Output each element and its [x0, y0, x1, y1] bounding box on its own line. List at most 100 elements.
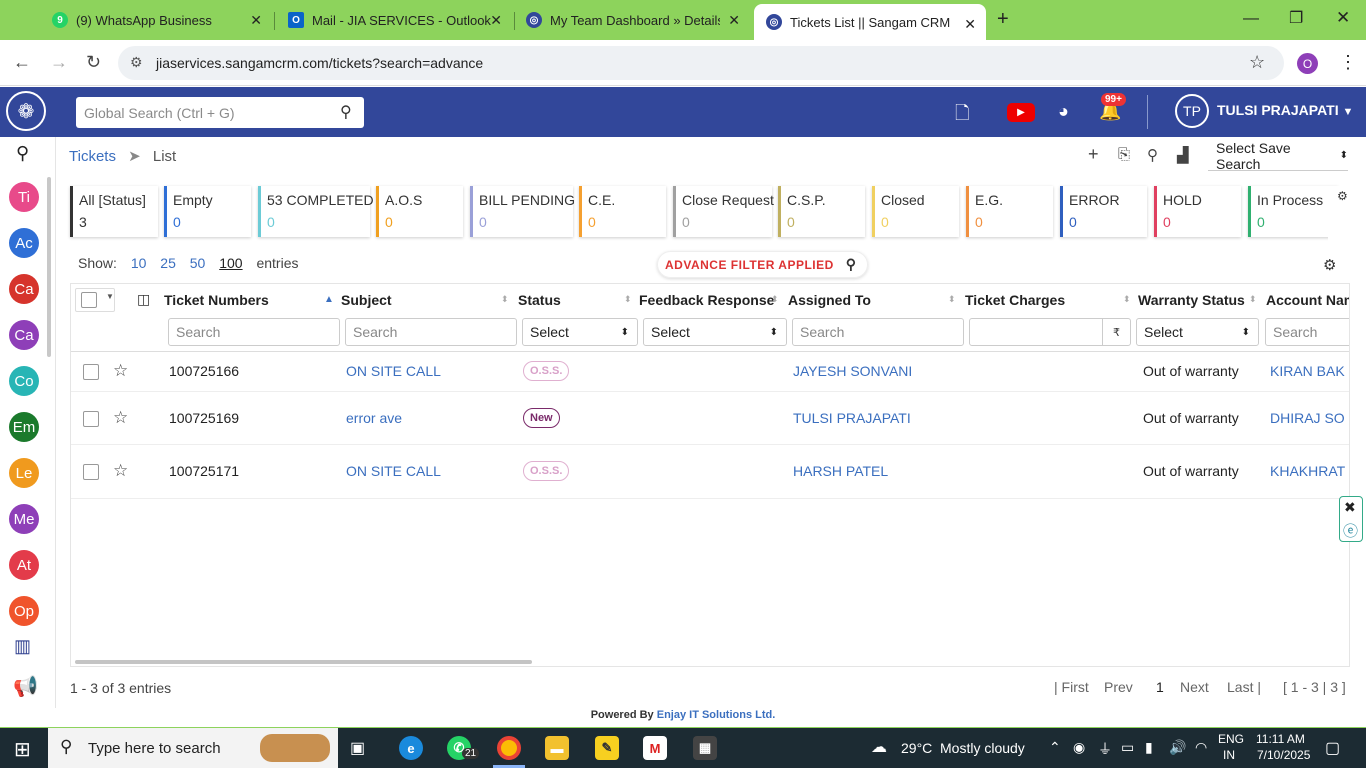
- restore-icon[interactable]: ❐: [1289, 8, 1303, 28]
- select-save-search-dropdown[interactable]: Select Save Search ⬍: [1208, 140, 1348, 172]
- pager-last[interactable]: Last |: [1227, 679, 1261, 695]
- assigned-to-filter[interactable]: Search: [792, 318, 964, 346]
- sidebar-module-0[interactable]: Ti: [9, 182, 39, 212]
- status-filter-select[interactable]: Select ⬍: [522, 318, 638, 346]
- sort-icon[interactable]: ⬍: [948, 294, 956, 305]
- breadcrumb-tickets[interactable]: Tickets: [69, 148, 116, 165]
- enjay-icon[interactable]: ⓔ: [1343, 520, 1358, 541]
- sidebar-module-4[interactable]: Co: [9, 366, 39, 396]
- column-feedback-response[interactable]: Feedback Response: [639, 292, 774, 308]
- browser-menu-icon[interactable]: ⋮: [1339, 52, 1357, 73]
- select-all-checkbox[interactable]: [81, 292, 97, 308]
- profile-avatar[interactable]: O: [1297, 53, 1318, 74]
- powered-company-link[interactable]: Enjay IT Solutions Ltd.: [657, 709, 776, 721]
- close-window-icon[interactable]: ✕: [1336, 8, 1350, 28]
- edge-icon[interactable]: e: [399, 736, 423, 760]
- table-row[interactable]: ☆ 100725166 ON SITE CALL O.S.S. JAYESH SONVA…: [71, 352, 1349, 392]
- status-card[interactable]: E.G. 0: [966, 186, 1053, 237]
- chat-widget[interactable]: ✖ ⓔ: [1339, 496, 1363, 542]
- pager-next[interactable]: Next: [1180, 679, 1209, 695]
- task-view-icon[interactable]: ▣: [350, 738, 365, 758]
- show-option-10[interactable]: 10: [131, 255, 147, 271]
- warranty-filter-select[interactable]: Select ⬍: [1136, 318, 1259, 346]
- star-icon[interactable]: ☆: [113, 461, 128, 481]
- assigned-to-link[interactable]: HARSH PATEL: [793, 463, 888, 479]
- column-toggle-icon[interactable]: ◫: [137, 291, 150, 308]
- url-field[interactable]: ⚙ jiaservices.sangamcrm.com/tickets?sear…: [118, 46, 1284, 80]
- card-settings-icon[interactable]: ⚙: [1337, 189, 1348, 203]
- show-option-25[interactable]: 25: [160, 255, 176, 271]
- sticky-notes-icon[interactable]: ✎: [595, 736, 619, 760]
- sidebar-module-9[interactable]: Op: [9, 596, 39, 626]
- region-label[interactable]: IN: [1223, 748, 1235, 762]
- tab-outlook[interactable]: O Mail - JIA SERVICES - Outlook ✕: [276, 0, 512, 40]
- column-subject[interactable]: Subject: [341, 292, 392, 308]
- gear-icon[interactable]: ⚙: [1323, 256, 1336, 274]
- sort-icon[interactable]: ⬍: [1123, 294, 1131, 305]
- pager-prev[interactable]: Prev: [1104, 679, 1133, 695]
- column-warranty-status[interactable]: Warranty Status: [1138, 292, 1245, 308]
- reload-icon[interactable]: ↻: [86, 52, 101, 73]
- sort-icon[interactable]: ⬍: [771, 294, 779, 305]
- close-tab-icon[interactable]: ✕: [250, 12, 262, 29]
- sidebar-module-5[interactable]: Em: [9, 412, 39, 442]
- minimize-icon[interactable]: —: [1243, 10, 1259, 28]
- status-card[interactable]: Empty 0: [164, 186, 251, 237]
- report-chart-icon[interactable]: ▟: [1177, 146, 1189, 164]
- clock-date[interactable]: 7/10/2025: [1257, 748, 1310, 762]
- column-account-name[interactable]: Account Nam: [1266, 292, 1349, 308]
- lang-label[interactable]: ENG: [1218, 732, 1244, 746]
- column-ticket-numbers[interactable]: Ticket Numbers: [164, 292, 269, 308]
- status-card[interactable]: In Process 0: [1248, 186, 1338, 237]
- sort-icon[interactable]: ⬍: [1249, 294, 1257, 305]
- column-assigned-to[interactable]: Assigned To: [788, 292, 871, 308]
- column-status[interactable]: Status: [518, 292, 561, 308]
- search-icon[interactable]: ⚲: [340, 102, 352, 122]
- pager-page[interactable]: 1: [1156, 679, 1164, 695]
- close-tab-icon[interactable]: ✕: [728, 12, 740, 29]
- battery-icon[interactable]: ▮: [1145, 739, 1153, 756]
- calculator-icon[interactable]: ▦: [693, 736, 717, 760]
- user-name[interactable]: TULSI PRAJAPATI ▼: [1217, 102, 1353, 118]
- status-card[interactable]: C.S.P. 0: [778, 186, 865, 237]
- youtube-icon[interactable]: ▶: [1007, 103, 1035, 122]
- row-checkbox[interactable]: [83, 410, 99, 427]
- clock-time[interactable]: 11:11 AM: [1256, 732, 1305, 746]
- sidebar-module-6[interactable]: Le: [9, 458, 39, 488]
- feedback-filter-select[interactable]: Select ⬍: [643, 318, 787, 346]
- notification-center-icon[interactable]: ▢: [1325, 738, 1340, 758]
- table-row[interactable]: ☆ 100725171 ON SITE CALL O.S.S. HARSH PATEL O…: [71, 445, 1349, 499]
- star-icon[interactable]: ☆: [113, 408, 128, 428]
- chrome-icon[interactable]: [497, 736, 521, 760]
- globe-icon[interactable]: ◕: [1058, 101, 1069, 122]
- sort-icon[interactable]: ⬍: [624, 294, 632, 305]
- row-checkbox[interactable]: [83, 464, 99, 480]
- show-option-100[interactable]: 100: [219, 255, 242, 271]
- tab-team-dashboard[interactable]: ◎ My Team Dashboard » Details || ✕: [514, 0, 750, 40]
- chevron-up-icon[interactable]: ⌃: [1049, 739, 1061, 756]
- status-card[interactable]: Close Request 0: [673, 186, 774, 237]
- chrome-tray-icon[interactable]: ◉: [1073, 739, 1085, 756]
- new-tab-icon[interactable]: +: [997, 8, 1009, 31]
- column-ticket-charges[interactable]: Ticket Charges: [965, 292, 1065, 308]
- table-row[interactable]: ☆ 100725169 error ave New TULSI PRAJAPATI Out…: [71, 392, 1349, 445]
- assigned-to-link[interactable]: TULSI PRAJAPATI: [793, 410, 911, 426]
- document-search-icon[interactable]: 🗋: [955, 101, 969, 131]
- ticket-number-filter[interactable]: Search: [168, 318, 340, 346]
- sidebar-scrollbar[interactable]: [47, 177, 51, 357]
- horizontal-scrollbar[interactable]: [75, 660, 532, 664]
- status-card[interactable]: HOLD 0: [1154, 186, 1241, 237]
- sidebar-module-2[interactable]: Ca: [9, 274, 39, 304]
- usb-icon[interactable]: ⏚: [1098, 739, 1112, 759]
- bookmark-star-icon[interactable]: ☆: [1249, 52, 1265, 73]
- status-card[interactable]: A.O.S 0: [376, 186, 463, 237]
- site-info-icon[interactable]: ⚙: [130, 54, 143, 71]
- account-link[interactable]: KHAKHRAT: [1270, 463, 1345, 479]
- account-filter[interactable]: Search: [1265, 318, 1349, 346]
- global-search-input[interactable]: [84, 104, 334, 121]
- status-card[interactable]: ERROR 0: [1060, 186, 1147, 237]
- account-link[interactable]: KIRAN BAK: [1270, 363, 1345, 379]
- status-card[interactable]: All [Status] 3: [70, 186, 158, 237]
- close-tab-icon[interactable]: ✕: [490, 12, 502, 29]
- intercom-icon[interactable]: ▥: [14, 636, 31, 657]
